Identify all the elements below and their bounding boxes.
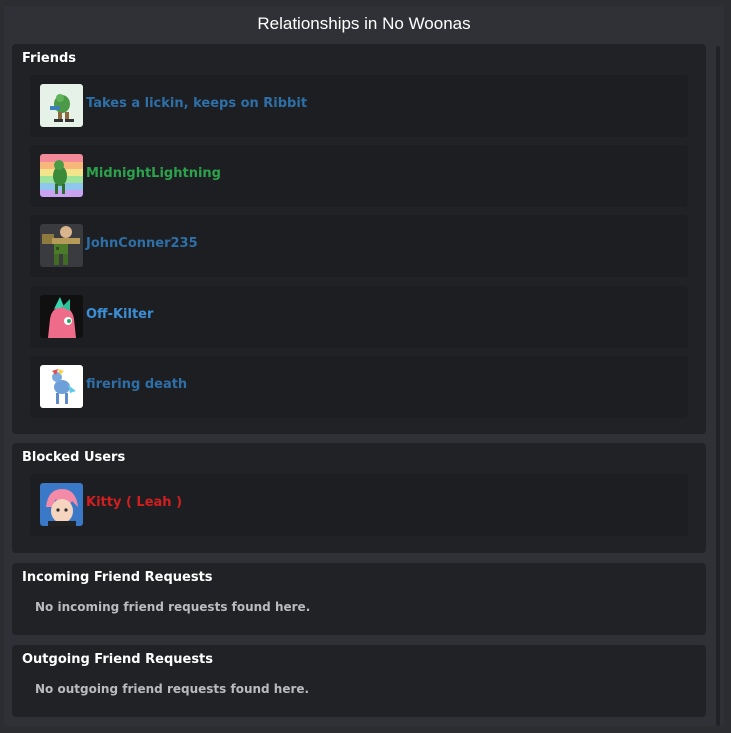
friend-row[interactable]: MidnightLightning — [30, 145, 688, 207]
incoming-requests-section-title: Incoming Friend Requests — [22, 570, 213, 585]
camo-soldier-avatar-icon[interactable] — [40, 224, 83, 267]
frog-avatar-icon[interactable] — [40, 84, 83, 127]
incoming-requests-section: Incoming Friend Requests No incoming fri… — [12, 563, 706, 635]
outgoing-requests-section: Outgoing Friend Requests No outgoing fri… — [12, 645, 706, 717]
friend-row[interactable]: firering death — [30, 356, 688, 418]
scrollbar[interactable] — [716, 46, 720, 726]
blocked-user-row[interactable]: Kitty ( Leah ) — [30, 474, 688, 536]
blocked-users-section-title: Blocked Users — [22, 450, 126, 465]
friends-section-title: Friends — [22, 51, 77, 66]
relationships-scroller[interactable]: Friends Takes a lickin, keeps on Ribbit — [12, 42, 708, 726]
outgoing-requests-section-title: Outgoing Friend Requests — [22, 652, 214, 667]
friend-name[interactable]: Takes a lickin, keeps on Ribbit — [86, 96, 307, 111]
friend-name[interactable]: JohnConner235 — [86, 236, 198, 251]
incoming-requests-empty-text: No incoming friend requests found here. — [35, 600, 311, 614]
friend-row[interactable]: JohnConner235 — [30, 215, 688, 277]
friend-row[interactable]: Takes a lickin, keeps on Ribbit — [30, 75, 688, 137]
friend-name[interactable]: firering death — [86, 377, 187, 392]
friend-row[interactable]: Off-Kilter — [30, 286, 688, 348]
blue-pony-avatar-icon[interactable] — [40, 365, 83, 408]
modal-title: Relationships in No Woonas — [257, 14, 471, 33]
outgoing-requests-empty-text: No outgoing friend requests found here. — [35, 682, 310, 696]
friend-name[interactable]: Off-Kilter — [86, 307, 153, 322]
pink-pony-avatar-icon[interactable] — [40, 295, 83, 338]
anime-character-avatar-icon[interactable] — [40, 483, 83, 526]
friend-name[interactable]: MidnightLightning — [86, 166, 221, 181]
relationships-modal: Relationships in No Woonas Friends Takes… — [4, 6, 724, 726]
rainbow-pony-avatar-icon[interactable] — [40, 154, 83, 197]
blocked-users-section: Blocked Users Kitty ( Leah ) — [12, 443, 706, 553]
friends-section: Friends Takes a lickin, keeps on Ribbit — [12, 44, 706, 434]
blocked-user-name[interactable]: Kitty ( Leah ) — [86, 495, 182, 510]
